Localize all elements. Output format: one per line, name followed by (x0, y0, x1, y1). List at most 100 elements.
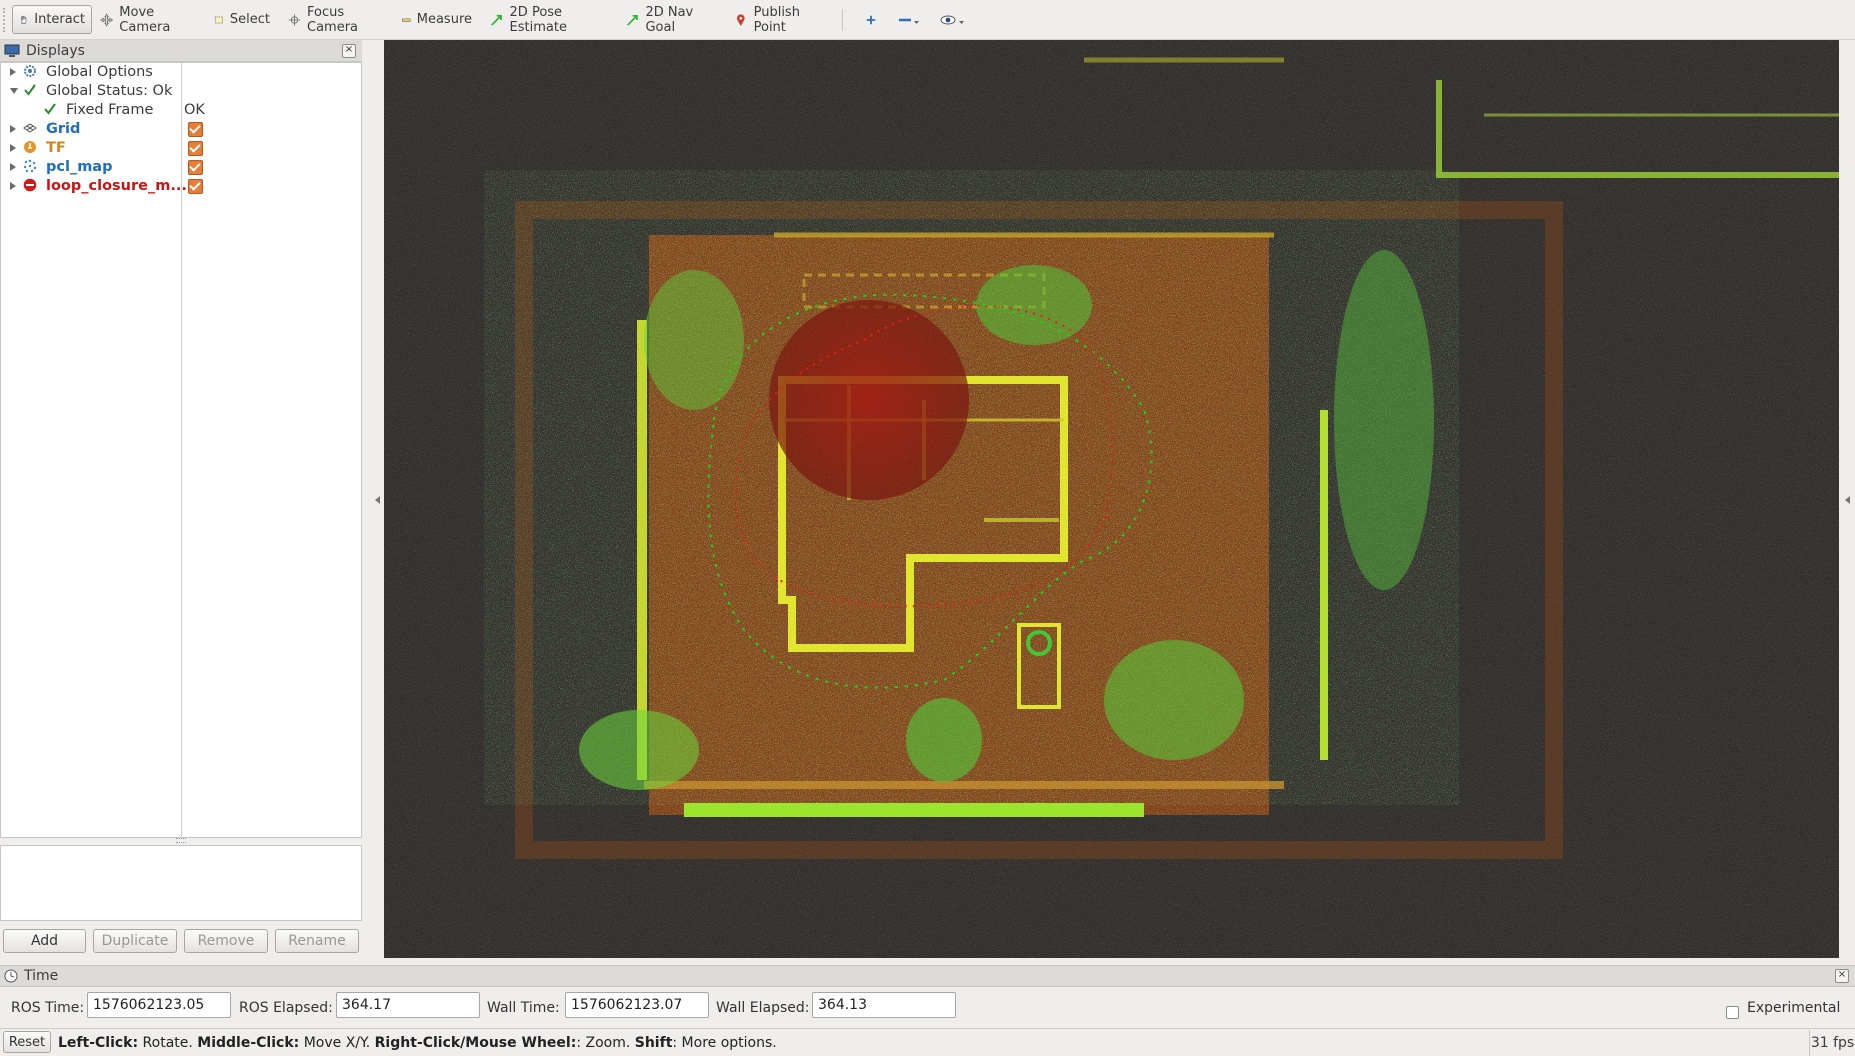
tree-row-global-options[interactable]: Global Options (0, 62, 360, 81)
view-options-dropdown[interactable] (934, 5, 972, 34)
remove-tool-dropdown[interactable] (892, 5, 928, 34)
status-hint: Left-Click: Rotate. Middle-Click: Move X… (58, 1035, 777, 1051)
expand-arrow-icon[interactable] (10, 182, 16, 190)
tree-row-pcl-map[interactable]: pcl_map (0, 157, 360, 176)
tree-label: Global Options (46, 63, 153, 80)
move-camera-tool-button[interactable]: Move Camera (94, 4, 200, 35)
minus-chevron-down-icon (899, 18, 919, 24)
shift-key: Shift (634, 1035, 673, 1051)
covariance-sphere (769, 300, 969, 500)
tree-label: Global Status: Ok (46, 82, 173, 99)
select-tool-button[interactable]: Select (208, 5, 276, 34)
interact-label: Interact (34, 12, 85, 27)
right-click-desc: : Zoom. (576, 1035, 635, 1051)
wall-elapsed-label: Wall Elapsed: (716, 1000, 810, 1016)
experimental-label: Experimental (1747, 1000, 1841, 1016)
time-title: Time (24, 968, 59, 984)
green-arrow-icon (627, 14, 638, 26)
tree-row-global-status[interactable]: Global Status: Ok (0, 81, 360, 100)
collapse-right-icon[interactable] (1845, 496, 1850, 504)
measure-tool-button[interactable]: Measure (396, 5, 478, 34)
point-cloud-icon (22, 158, 38, 174)
ros-elapsed-label: ROS Elapsed: (239, 1000, 333, 1016)
publish-point-tool-button[interactable]: Publish Point (728, 4, 830, 35)
checkmark-icon (42, 101, 58, 117)
move-arrows-icon (100, 12, 114, 27)
tree-label: TF (46, 139, 66, 156)
expand-arrow-icon[interactable] (10, 68, 16, 76)
displays-panel-header: Displays × (0, 40, 362, 62)
close-icon[interactable]: × (1835, 969, 1849, 983)
experimental-checkbox[interactable] (1726, 1006, 1739, 1019)
wall-time-field[interactable] (565, 992, 709, 1018)
tree-row-grid[interactable]: Grid (0, 119, 360, 138)
map-pin-icon (736, 13, 745, 26)
right-collapse-strip[interactable] (1839, 40, 1855, 958)
tree-row-tf[interactable]: TF (0, 138, 360, 157)
enable-checkbox[interactable] (188, 160, 203, 175)
tree-label: loop_closure_m... (46, 177, 187, 194)
selection-box-icon (214, 16, 223, 23)
nav-goal-label: 2D Nav Goal (645, 4, 694, 35)
ros-elapsed-field[interactable] (336, 992, 480, 1018)
hand-pointer-icon (21, 15, 27, 24)
grid-icon (22, 120, 38, 136)
main-toolbar: Interact Move Camera Select Focus Camera… (0, 0, 1855, 40)
monitor-icon (4, 44, 20, 57)
move-camera-label: Move Camera (119, 4, 171, 35)
shift-desc: : More options. (672, 1035, 777, 1051)
ruler-icon (402, 18, 411, 22)
crosshair-icon (288, 13, 301, 26)
enable-checkbox[interactable] (188, 179, 203, 194)
expand-arrow-icon[interactable] (10, 125, 16, 133)
eye-chevron-down-icon (940, 15, 964, 24)
3d-render-viewport[interactable] (384, 40, 1839, 958)
duplicate-button[interactable]: Duplicate (93, 929, 177, 953)
publish-point-label: Publish Point (753, 4, 800, 35)
toolbar-separator (842, 9, 843, 31)
tree-row-fixed-frame[interactable]: Fixed Frame OK (0, 100, 360, 119)
close-icon[interactable]: × (342, 43, 356, 58)
tree-label: Fixed Frame (66, 101, 154, 118)
reset-button[interactable]: Reset (3, 1031, 51, 1053)
time-values-row: ROS Time: ROS Elapsed: Wall Time: Wall E… (0, 988, 1855, 1026)
enable-checkbox[interactable] (188, 141, 203, 156)
focus-camera-tool-button[interactable]: Focus Camera (282, 4, 388, 35)
add-tool-button[interactable] (860, 5, 882, 34)
pose-estimate-tool-button[interactable]: 2D Pose Estimate (484, 4, 612, 35)
left-click-key: Left-Click: (58, 1035, 139, 1051)
error-status-icon (22, 177, 38, 193)
plus-icon (866, 15, 876, 24)
ros-time-label: ROS Time: (11, 1000, 85, 1016)
remove-button[interactable]: Remove (184, 929, 268, 953)
tree-label: pcl_map (46, 158, 113, 175)
left-collapse-strip[interactable] (362, 40, 384, 958)
collapse-left-icon[interactable] (375, 496, 380, 504)
ros-time-field[interactable] (87, 992, 231, 1018)
green-arrow-icon (491, 14, 502, 26)
displays-title: Displays (26, 42, 85, 59)
clock-icon (4, 969, 18, 983)
expand-arrow-icon[interactable] (10, 163, 16, 171)
nav-goal-tool-button[interactable]: 2D Nav Goal (620, 4, 720, 35)
tree-value: OK (184, 101, 205, 118)
point-cloud-map (384, 40, 1839, 958)
display-description-box (0, 845, 362, 921)
panel-splitter[interactable] (176, 838, 186, 843)
right-click-key: Right-Click/Mouse Wheel: (374, 1035, 577, 1051)
collapse-arrow-icon[interactable] (10, 88, 18, 94)
interact-tool-button[interactable]: Interact (12, 5, 92, 34)
wall-elapsed-field[interactable] (812, 992, 956, 1018)
pose-estimate-label: 2D Pose Estimate (509, 4, 567, 35)
time-panel-header: Time × (0, 965, 1855, 987)
focus-camera-label: Focus Camera (307, 4, 359, 35)
tree-row-loop-closure[interactable]: loop_closure_m... (0, 176, 360, 195)
toolbar-grip[interactable] (3, 8, 7, 32)
middle-click-key: Middle-Click: (197, 1035, 300, 1051)
measure-label: Measure (416, 12, 472, 27)
add-button[interactable]: Add (3, 929, 86, 953)
enable-checkbox[interactable] (188, 122, 203, 137)
wall-time-label: Wall Time: (487, 1000, 560, 1016)
expand-arrow-icon[interactable] (10, 144, 16, 152)
rename-button[interactable]: Rename (275, 929, 359, 953)
